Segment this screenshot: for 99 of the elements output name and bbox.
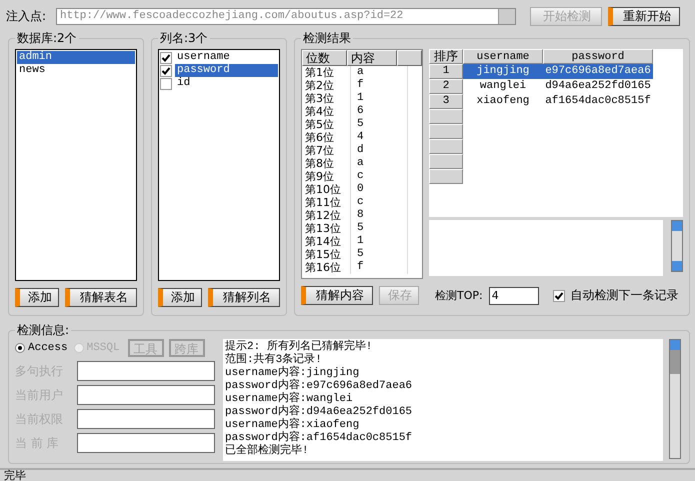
input-field[interactable] [77,433,215,453]
url-field[interactable]: http://www.fescoadeccozhejiang.com/aboutus.asp?id=22 [56,8,516,24]
table-cell: 4 [351,131,408,144]
log-line: username内容:wanglei [225,393,354,405]
row-header[interactable] [429,109,463,124]
table-cell-text: af1654dac0c8515f [544,94,652,109]
action-button[interactable]: 猜解内容 [301,286,373,305]
table-cell: 第2位 [302,79,351,92]
table-cell: 第15位 [302,248,351,261]
table-cell-text: wanglei [478,79,528,94]
log-line: password内容:e97c696a8ed7aea6 [225,380,414,392]
group-title: 数据库:2个 [16,30,78,47]
group-title: 列名:3个 [159,30,209,47]
table-cell: 第10位 [302,183,351,196]
table-cell: c [351,170,408,183]
action-button[interactable]: 添加 [15,288,59,307]
database-list[interactable]: admin news [15,49,137,281]
radio-label: Access [28,342,68,354]
table-cell: 8 [351,209,408,222]
table-cell: 0 [351,183,408,196]
top-label: 检测TOP: [435,288,483,303]
list-item[interactable]: id [175,77,278,90]
checkbox[interactable] [552,290,565,302]
row-header[interactable]: 3 [429,94,463,109]
column-header[interactable]: username [463,49,543,64]
scrollbar[interactable] [671,220,683,272]
row-header[interactable] [429,139,463,154]
table-cell-text: xiaofeng [476,94,530,109]
table-cell: 第16位 [302,261,351,274]
input-field[interactable] [77,409,215,429]
table-cell: 第7位 [302,144,351,157]
input-field[interactable] [77,385,215,405]
grid-row[interactable]: xiaofeng af1654dac0c8515f [463,94,653,109]
table-cell-text: e97c696a8ed7aea6 [544,64,652,79]
radio-button[interactable] [15,343,25,353]
table-cell: 1 [351,92,408,105]
top-count-field[interactable]: 4 [488,286,539,304]
list-item[interactable]: admin [17,51,135,64]
log-line: username内容:jingjing [225,367,360,379]
checkbox-label: 自动检测下一条记录 [570,287,679,304]
log-line: password内容:d94a6ea252fd0165 [225,406,414,418]
log-line: username内容:xiaofeng [225,419,360,431]
column-header[interactable]: 位数 [302,50,347,66]
checkbox[interactable] [160,64,172,76]
table-cell: 1 [351,235,408,248]
row-header[interactable] [429,169,463,184]
checkbox[interactable] [160,78,172,90]
table-cell: 第12位 [302,209,351,222]
row-header[interactable]: 1 [429,64,463,79]
input-field[interactable] [77,361,215,381]
column-header[interactable]: password [543,49,653,64]
action-button[interactable]: 猜解列名 [208,288,280,307]
injection-label: 注入点: [6,8,48,24]
table-cell: 第5位 [302,118,351,131]
table-cell: 第9位 [302,170,351,183]
log-line: 提示2: 所有列名已猜解完毕! [225,341,374,353]
checkbox[interactable] [160,52,172,64]
table-cell: a [351,66,408,79]
table-cell: 5 [351,248,408,261]
table-cell: 5 [351,222,408,235]
row-header[interactable] [429,124,463,139]
group-title: 检测信息: [16,322,70,339]
action-button[interactable]: 添加 [158,288,202,307]
table-cell: 5 [351,118,408,131]
grid-row[interactable]: wanglei d94a6ea252fd0165 [463,79,653,94]
list-item[interactable]: password [175,64,278,77]
table-cell-text: d94a6ea252fd0165 [544,79,652,94]
table-cell: a [351,157,408,170]
row-header[interactable]: 2 [429,79,463,94]
status-text: 完毕 [4,469,26,481]
column-header[interactable]: 排序 [429,49,463,64]
table-cell: 第1位 [302,66,351,79]
table-cell: d [351,144,408,157]
table-cell: 第14位 [302,235,351,248]
table-cell: 6 [351,105,408,118]
log-line: password内容:af1654dac0c8515f [225,432,414,444]
table-cell: 第11位 [302,196,351,209]
log-line: 已全部检测完毕! [225,445,310,458]
scrollbar[interactable] [669,339,681,459]
column-list[interactable]: username password id [158,49,280,281]
list-item[interactable]: username [175,51,278,64]
table-cell: f [351,79,408,92]
table-cell-text: jingjing [476,64,530,79]
table-cell: 第4位 [302,105,351,118]
column-header[interactable]: 内容 [347,50,397,66]
table-cell: 第3位 [302,92,351,105]
table-cell: c [351,196,408,209]
table-cell: 第6位 [302,131,351,144]
row-header[interactable] [429,154,463,169]
action-button[interactable]: 猜解表名 [65,288,137,307]
log-line: 范围:共有3条记录! [225,354,323,366]
table-cell: 第13位 [302,222,351,235]
table-cell: f [351,261,408,274]
list-item[interactable]: news [17,64,135,77]
grid-row[interactable]: jingjing e97c696a8ed7aea6 [463,64,653,79]
table-cell: 第8位 [302,157,351,170]
group-title: 检测结果 [302,30,352,47]
column-header[interactable] [397,50,422,66]
toolbar-button[interactable]: 重新开始 [608,6,680,26]
